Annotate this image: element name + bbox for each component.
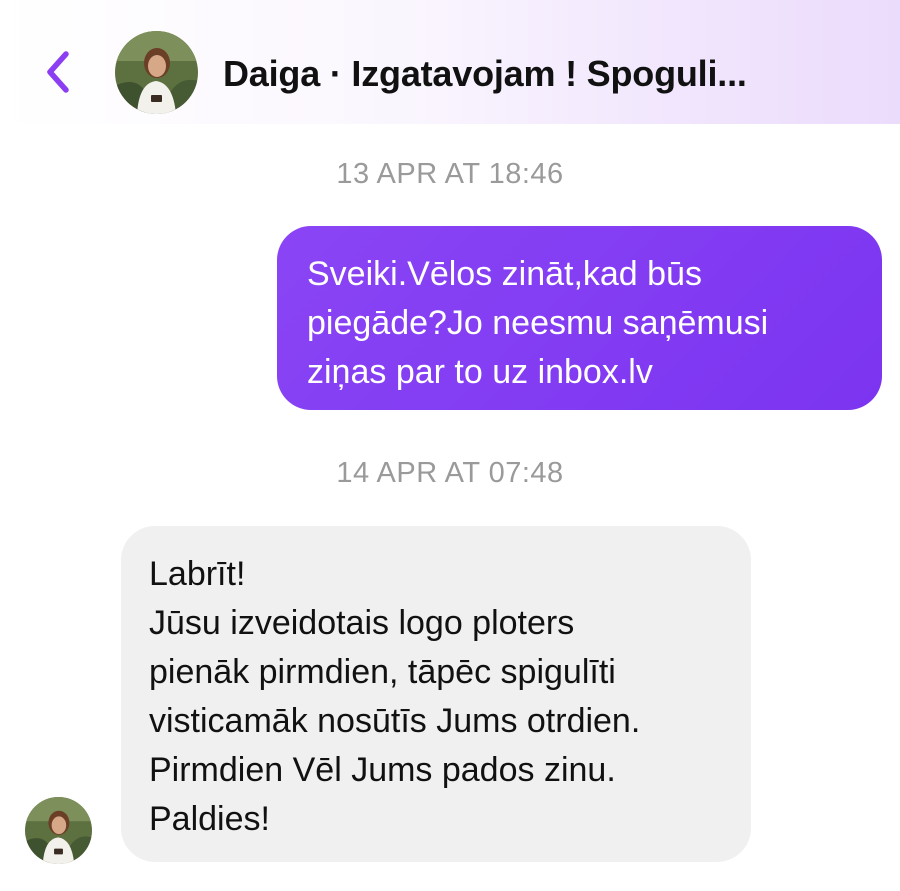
back-button[interactable] — [30, 44, 86, 100]
message-line: Labrīt! — [149, 555, 246, 593]
message-line: pienāk pirmdien, tāpēc spigulīti — [149, 653, 616, 691]
message-line: visticamāk nosūtīs Jums otrdien. — [149, 702, 641, 740]
message-line: piegāde?Jo neesmu saņēmusi — [307, 304, 769, 342]
contact-avatar[interactable] — [115, 31, 198, 114]
incoming-message-bubble[interactable]: Labrīt! Jūsu izveidotais logo ploters pi… — [121, 526, 751, 862]
chat-title[interactable]: Daiga · Izgatavojam ! Spoguli... — [223, 53, 747, 95]
chat-screen: Daiga · Izgatavojam ! Spoguli... 13 APR … — [0, 0, 900, 891]
message-line: ziņas par to uz inbox.lv — [307, 353, 653, 391]
sender-avatar[interactable] — [25, 797, 92, 864]
message-timestamp: 14 APR AT 07:48 — [336, 457, 564, 489]
avatar-photo — [25, 797, 92, 864]
message-line: Jūsu izveidotais logo ploters — [149, 604, 575, 642]
outgoing-message-bubble[interactable]: Sveiki.Vēlos zināt,kad būs piegāde?Jo ne… — [277, 226, 882, 410]
message-line: Sveiki.Vēlos zināt,kad būs — [307, 255, 702, 293]
chevron-left-icon — [47, 51, 69, 93]
message-line: Pirmdien Vēl Jums pados zinu. — [149, 751, 616, 789]
chat-header: Daiga · Izgatavojam ! Spoguli... — [0, 0, 900, 124]
avatar-photo — [115, 31, 198, 114]
message-timestamp: 13 APR AT 18:46 — [336, 158, 564, 190]
message-line: Paldies! — [149, 800, 270, 838]
